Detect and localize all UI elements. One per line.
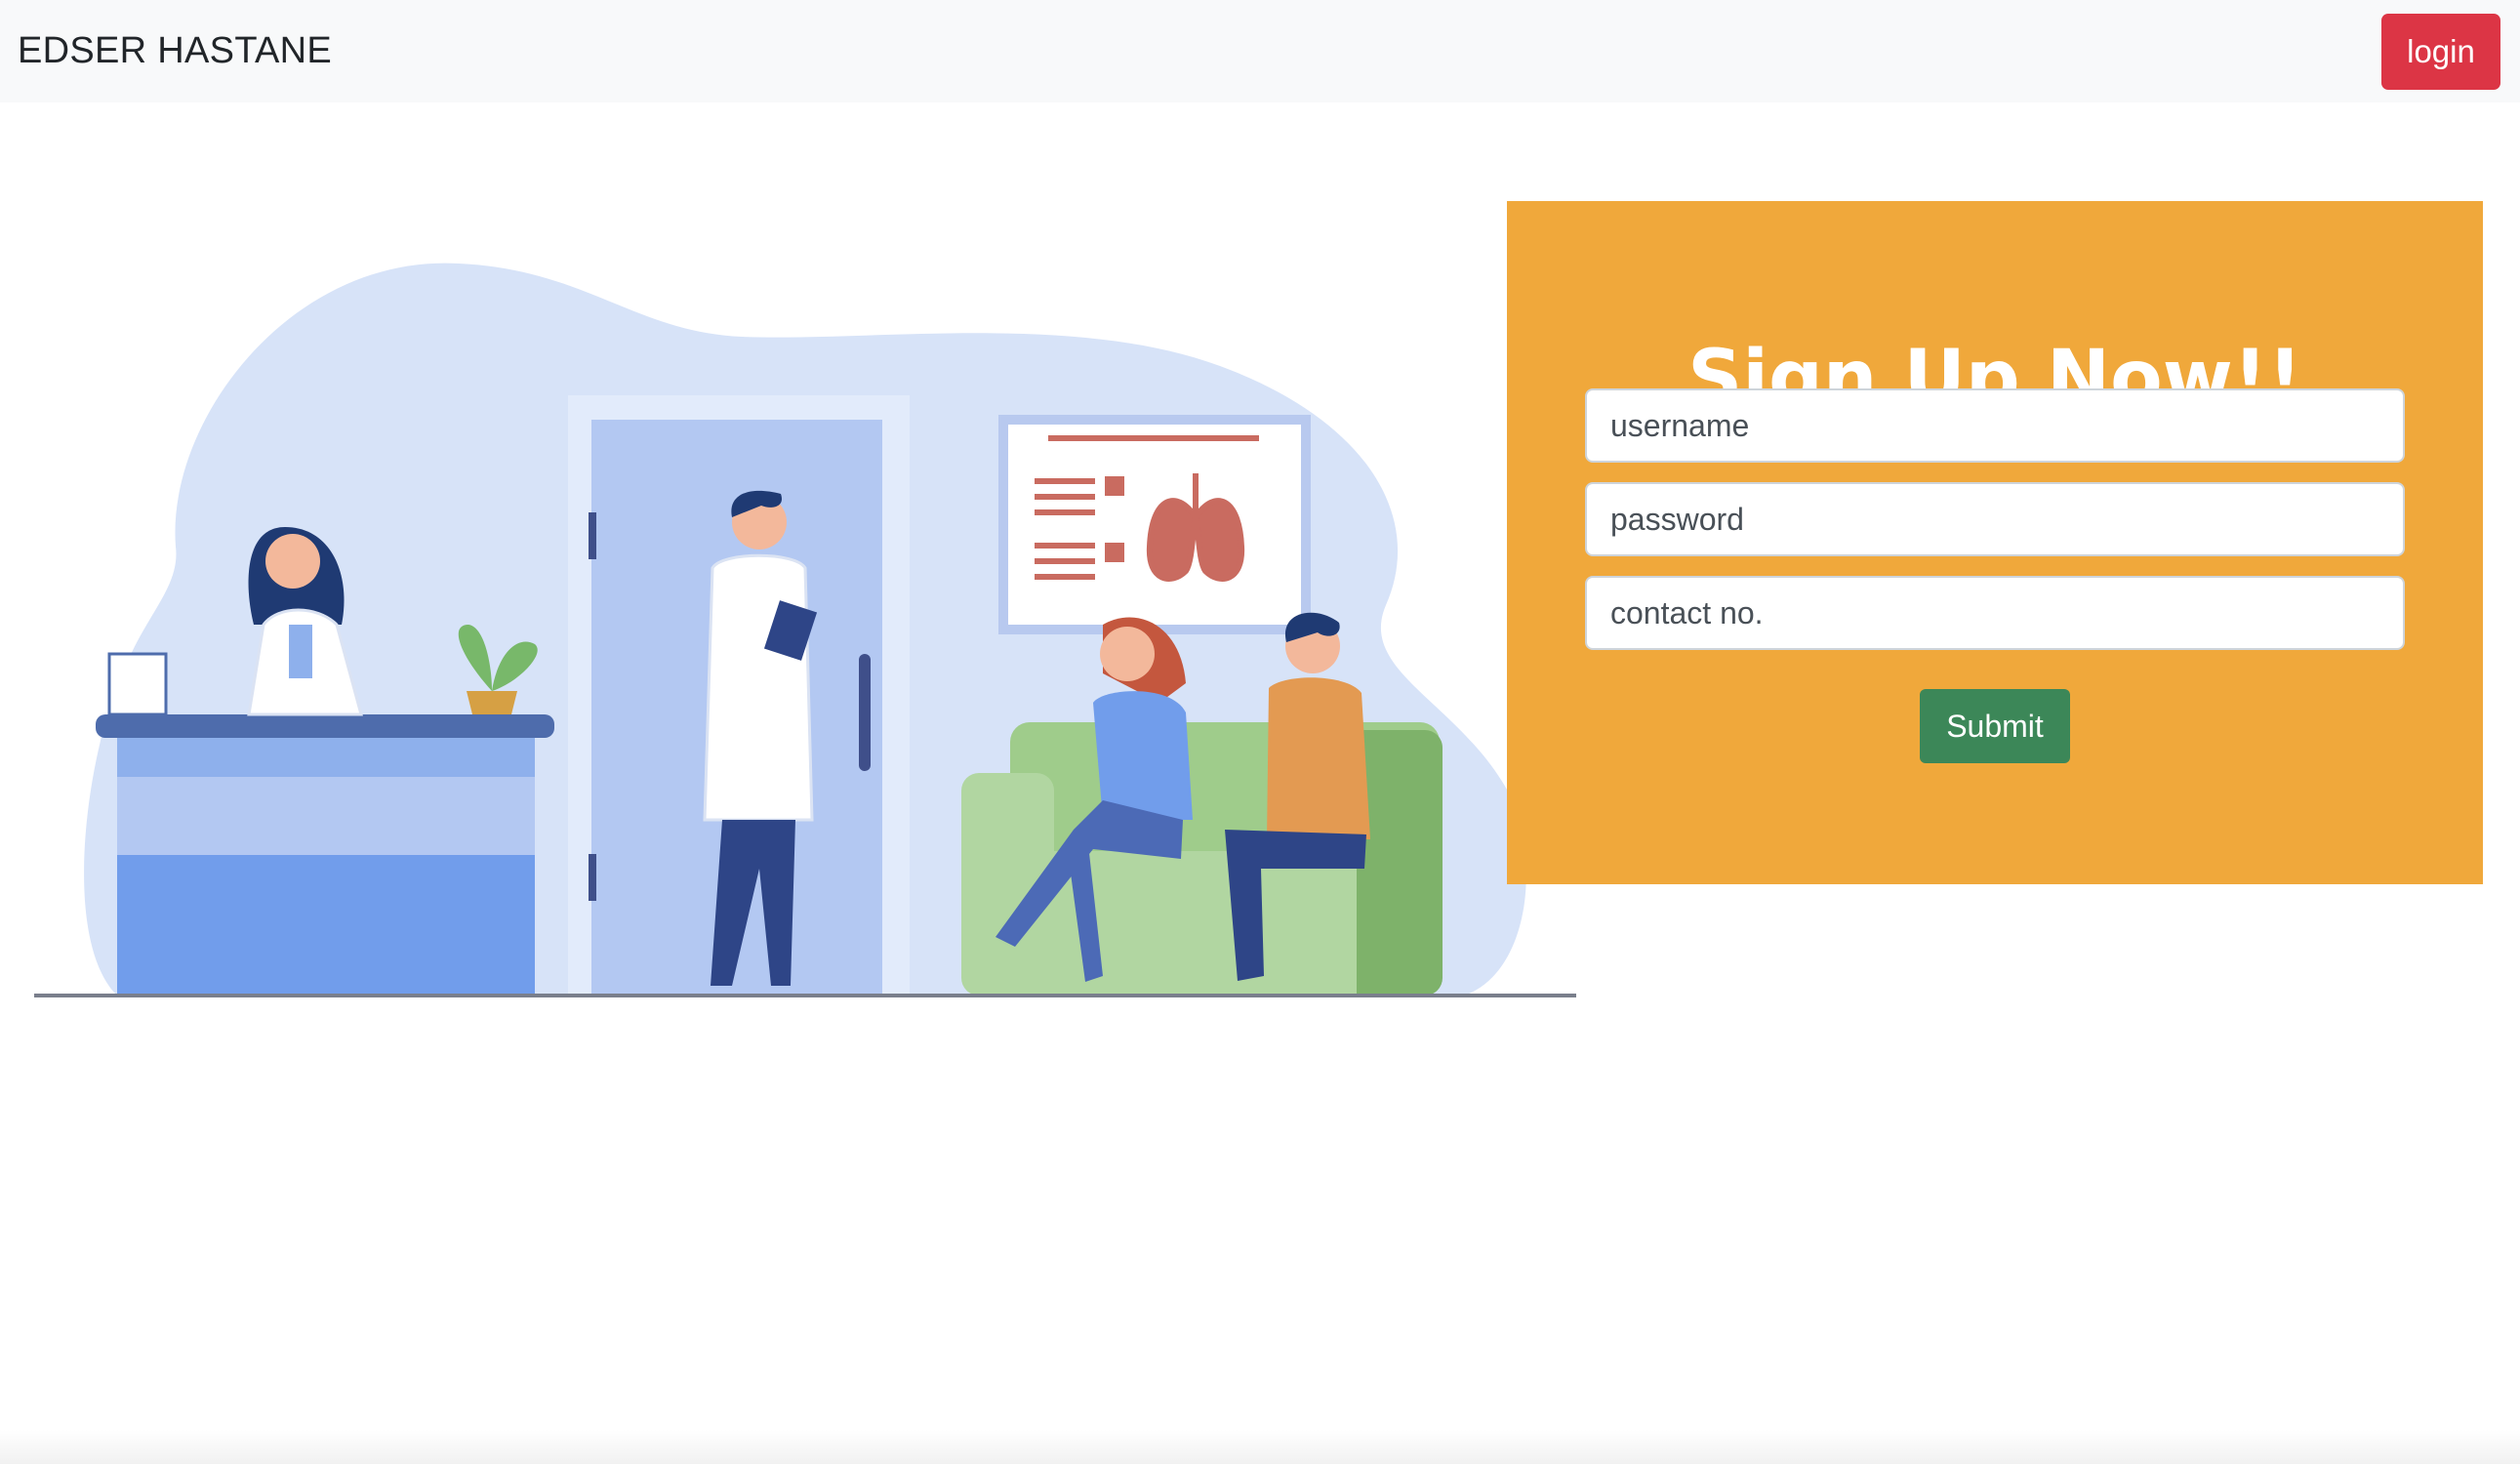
- door-hinge-top: [589, 512, 596, 559]
- navbar: EDSER HASTANE login: [0, 0, 2520, 102]
- doctor-coat: [703, 553, 814, 822]
- desk-front: [117, 777, 535, 855]
- door-hinge-bottom: [589, 854, 596, 901]
- plant-pot: [467, 691, 517, 714]
- desk-base: [117, 855, 535, 996]
- desk-front-top: [117, 738, 535, 777]
- page-bottom-shade: [0, 1430, 2520, 1464]
- desk-top: [96, 714, 554, 738]
- clinic-illustration: [34, 263, 1576, 997]
- login-button[interactable]: login: [2381, 13, 2500, 90]
- brand-title[interactable]: EDSER HASTANE: [18, 30, 332, 72]
- submit-button[interactable]: Submit: [1920, 689, 2070, 763]
- username-input[interactable]: [1585, 388, 2405, 463]
- contact-number-input[interactable]: [1585, 576, 2405, 650]
- door-handle: [859, 654, 871, 771]
- clipboard: [107, 652, 168, 716]
- password-input[interactable]: [1585, 482, 2405, 556]
- floor-line: [34, 994, 1576, 997]
- man-body: [1267, 677, 1370, 839]
- signup-panel: Sign Up Now!! Submit: [1507, 201, 2483, 884]
- woman-body: [1093, 691, 1193, 820]
